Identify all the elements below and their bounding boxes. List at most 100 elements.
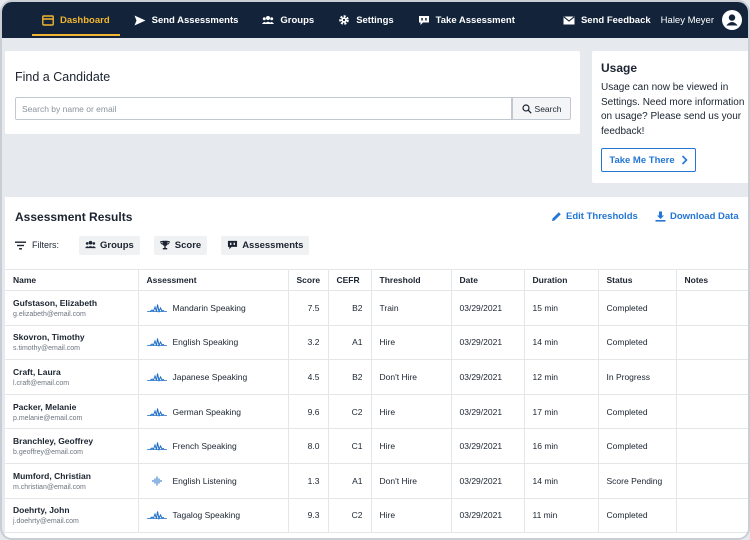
- nav-item-label: Groups: [280, 14, 315, 26]
- pencil-icon: [551, 211, 562, 222]
- filter-chip-assessments[interactable]: Assessments: [221, 235, 310, 255]
- assessment-cell: Mandarin Speaking: [138, 290, 289, 326]
- candidate-cell: Packer, Melanie p.melanie@email.com: [5, 394, 139, 430]
- date-cell: 03/29/2021: [451, 463, 525, 499]
- candidate-email: m.christian@email.com: [13, 483, 86, 491]
- assessment-name: Japanese Speaking: [172, 371, 248, 382]
- nav-item-dashboard[interactable]: Dashboard: [32, 2, 120, 38]
- date-cell: 03/29/2021: [451, 428, 525, 464]
- find-candidate-title: Find a Candidate: [15, 70, 111, 84]
- threshold-cell: Hire: [371, 394, 452, 430]
- notes-cell[interactable]: [676, 290, 748, 326]
- nav-item-send-assessments[interactable]: Send Assessments: [124, 2, 249, 38]
- nav-item-label: Settings: [356, 14, 394, 26]
- column-header-notes[interactable]: Notes: [676, 269, 748, 291]
- candidate-email: l.craft@email.com: [13, 379, 70, 387]
- table-row[interactable]: Mumford, Christian m.christian@email.com…: [5, 463, 748, 499]
- active-tab-indicator: [32, 34, 120, 36]
- assessment-results-panel: Assessment Results Edit Thresholds Downl…: [5, 197, 748, 538]
- nav-item-groups[interactable]: Groups: [252, 2, 324, 38]
- score-cell: 1.3: [288, 463, 329, 499]
- search-input[interactable]: Search by name or email: [15, 97, 512, 120]
- nav-item-settings[interactable]: Settings: [328, 2, 403, 38]
- take-me-there-label: Take Me There: [609, 154, 675, 166]
- candidate-email: j.doehrty@email.com: [13, 518, 79, 526]
- nav-item-label: Take Assessment: [435, 14, 515, 26]
- candidate-name[interactable]: Branchley, Geoffrey: [13, 436, 138, 446]
- search-placeholder: Search by name or email: [22, 103, 117, 114]
- candidate-name[interactable]: Mumford, Christian: [13, 471, 138, 481]
- table-row[interactable]: Packer, Melanie p.melanie@email.com Germ…: [5, 394, 748, 430]
- table-row[interactable]: Gufstason, Elizabeth g.elizabeth@email.c…: [5, 290, 748, 326]
- notes-cell[interactable]: [676, 325, 748, 361]
- speaking-waveform-icon: [146, 303, 167, 313]
- candidate-name[interactable]: Gufstason, Elizabeth: [13, 298, 138, 308]
- candidate-cell: Branchley, Geoffrey b.geoffrey@email.com: [5, 428, 139, 464]
- candidate-cell: Skovron, Timothy s.timothy@email.com: [5, 325, 139, 361]
- status-cell: Completed: [598, 498, 677, 534]
- results-title: Assessment Results: [15, 210, 133, 224]
- groups-icon: [85, 240, 96, 250]
- threshold-cell: Hire: [371, 498, 452, 534]
- column-header-duration[interactable]: Duration: [524, 269, 599, 291]
- assessment-name: English Listening: [172, 475, 237, 486]
- notes-cell[interactable]: [676, 359, 748, 395]
- filters-label: Filters:: [15, 240, 59, 250]
- search-icon: [521, 103, 532, 114]
- candidate-name[interactable]: Craft, Laura: [13, 367, 138, 377]
- notes-cell[interactable]: [676, 428, 748, 464]
- column-header-name[interactable]: Name: [5, 269, 139, 291]
- candidate-name[interactable]: Packer, Melanie: [13, 402, 138, 412]
- column-header-score[interactable]: Score: [288, 269, 329, 291]
- status-cell: Completed: [598, 394, 677, 430]
- table-header-row: Name Assessment Score CEFR Threshold Dat…: [5, 269, 748, 291]
- duration-cell: 16 min: [524, 428, 599, 464]
- candidate-email: s.timothy@email.com: [13, 345, 81, 353]
- filter-chip-score[interactable]: Score: [153, 235, 208, 255]
- notes-cell[interactable]: [676, 463, 748, 499]
- search-button[interactable]: Search: [512, 97, 571, 120]
- column-header-threshold[interactable]: Threshold: [371, 269, 452, 291]
- date-cell: 03/29/2021: [451, 498, 525, 534]
- download-icon: [655, 211, 666, 222]
- table-row[interactable]: Doehrty, John j.doehrty@email.com Tagalo…: [5, 498, 748, 534]
- avatar[interactable]: [722, 10, 742, 30]
- chat-icon: [227, 240, 238, 250]
- table-row[interactable]: Branchley, Geoffrey b.geoffrey@email.com…: [5, 428, 748, 464]
- threshold-cell: Don't Hire: [371, 359, 452, 395]
- candidate-cell: Mumford, Christian m.christian@email.com: [5, 463, 139, 499]
- assessment-name: German Speaking: [172, 406, 242, 417]
- assessment-name: Tagalog Speaking: [172, 510, 241, 521]
- cefr-cell: C2: [328, 498, 372, 534]
- edit-thresholds-label: Edit Thresholds: [566, 211, 638, 222]
- candidate-name[interactable]: Skovron, Timothy: [13, 332, 138, 342]
- status-cell: Completed: [598, 325, 677, 361]
- user-icon: [726, 14, 738, 26]
- table-row[interactable]: Skovron, Timothy s.timothy@email.com Eng…: [5, 325, 748, 361]
- take-me-there-button[interactable]: Take Me There: [601, 148, 696, 172]
- notes-cell[interactable]: [676, 498, 748, 534]
- groups-icon: [262, 14, 275, 26]
- column-header-date[interactable]: Date: [451, 269, 525, 291]
- status-cell: Score Pending: [598, 463, 677, 499]
- threshold-cell: Hire: [371, 428, 452, 464]
- send-feedback-button[interactable]: Send Feedback: [553, 2, 661, 38]
- gear-icon: [338, 14, 350, 26]
- column-header-assessment[interactable]: Assessment: [138, 269, 289, 291]
- notes-cell[interactable]: [676, 394, 748, 430]
- table-row[interactable]: Craft, Laura l.craft@email.com Japanese …: [5, 359, 748, 395]
- assessment-cell: English Speaking: [138, 325, 289, 361]
- download-data-link[interactable]: Download Data: [655, 211, 739, 222]
- cefr-cell: C2: [328, 394, 372, 430]
- column-header-status[interactable]: Status: [598, 269, 677, 291]
- assessment-cell: Tagalog Speaking: [138, 498, 289, 534]
- edit-thresholds-link[interactable]: Edit Thresholds: [551, 211, 638, 222]
- find-candidate-card: Find a Candidate Search by name or email…: [5, 51, 580, 134]
- threshold-cell: Hire: [371, 325, 452, 361]
- nav-item-take-assessment[interactable]: Take Assessment: [408, 2, 525, 38]
- filter-chip-groups[interactable]: Groups: [79, 235, 140, 255]
- candidate-name[interactable]: Doehrty, John: [13, 505, 138, 515]
- duration-cell: 14 min: [524, 325, 599, 361]
- column-header-cefr[interactable]: CEFR: [328, 269, 372, 291]
- duration-cell: 15 min: [524, 290, 599, 326]
